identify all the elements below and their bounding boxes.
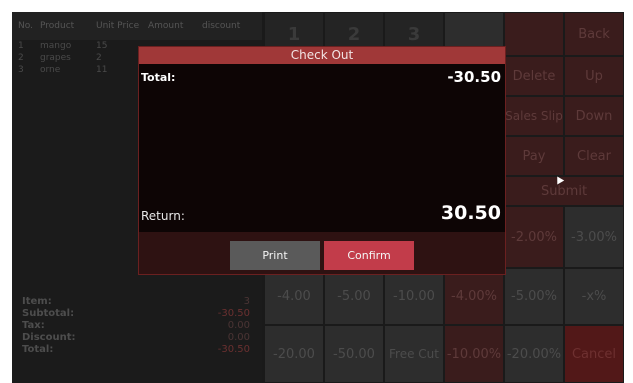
discount-5pct-button[interactable]: -5.00% (504, 268, 564, 325)
up-button[interactable]: Up (564, 56, 624, 96)
down-button[interactable]: Down (564, 96, 624, 136)
row-product: mango (40, 41, 72, 51)
tax-row: Tax: 0.00 (12, 320, 262, 332)
col-amount: Amount (148, 21, 184, 31)
discount-5-button[interactable]: -5.00 (324, 268, 384, 325)
tax-label: Tax: (22, 320, 45, 331)
print-button[interactable]: Print (230, 241, 320, 270)
discount-4pct-button[interactable]: -4.00% (444, 268, 504, 325)
free-cut-button[interactable]: Free Cut (384, 325, 444, 383)
row-price: 2 (96, 53, 102, 63)
total-value: -30.50 (217, 344, 250, 355)
checkout-return-label: Return: (141, 209, 185, 223)
col-product: Product (40, 21, 75, 31)
col-no: No. (18, 21, 33, 31)
discount-50-button[interactable]: -50.00 (324, 325, 384, 383)
pay-button[interactable]: Pay (504, 136, 564, 176)
checkout-total-value: -30.50 (447, 68, 501, 86)
confirm-button[interactable]: Confirm (324, 241, 414, 270)
total-label: Total: (22, 344, 54, 355)
dialog-title: Check Out (139, 47, 505, 64)
totals-summary: Item: 3 Subtotal: -30.50 Tax: 0.00 Disco… (12, 296, 262, 356)
discount-value: 0.00 (227, 332, 250, 343)
sales-slip-button[interactable]: Sales Slip (504, 96, 564, 136)
row-product: grapes (40, 53, 71, 63)
item-value: 3 (243, 296, 250, 307)
col-discount: discount (202, 21, 241, 31)
item-label: Item: (22, 296, 52, 307)
discount-3pct-button[interactable]: -3.00% (564, 206, 624, 268)
col-unit-price: Unit Price (96, 21, 140, 31)
discount-20-button[interactable]: -20.00 (264, 325, 324, 383)
cancel-button[interactable]: Cancel (564, 325, 624, 383)
checkout-total-label: Total: (141, 71, 176, 84)
row-no: 3 (18, 65, 24, 75)
discount-2pct-button[interactable]: -2.00% (504, 206, 564, 268)
back-button[interactable]: Back (564, 12, 624, 56)
row-price: 15 (96, 41, 108, 51)
discount-xpct-button[interactable]: -x% (564, 268, 624, 325)
row-no: 1 (18, 41, 24, 51)
discount-label: Discount: (22, 332, 76, 343)
discount-10pct-button[interactable]: -10.00% (444, 325, 504, 383)
total-row: Total: -30.50 (12, 344, 262, 356)
row-price: 11 (96, 65, 108, 75)
discount-10-button[interactable]: -10.00 (384, 268, 444, 325)
item-count-row: Item: 3 (12, 296, 262, 308)
row-product: orne (40, 65, 61, 75)
order-table-header: No. Product Unit Price Amount discount (12, 12, 262, 40)
subtotal-value: -30.50 (217, 308, 250, 319)
discount-20pct-button[interactable]: -20.00% (504, 325, 564, 383)
subtotal-row: Subtotal: -30.50 (12, 308, 262, 320)
key-blank-red[interactable] (504, 12, 564, 56)
row-no: 2 (18, 53, 24, 63)
discount-row: Discount: 0.00 (12, 332, 262, 344)
discount-4-button[interactable]: -4.00 (264, 268, 324, 325)
tax-value: 0.00 (227, 320, 250, 331)
dialog-footer: Print Confirm (139, 232, 505, 274)
subtotal-label: Subtotal: (22, 308, 75, 319)
clear-button[interactable]: Clear (564, 136, 624, 176)
checkout-return-value: 30.50 (440, 202, 501, 224)
delete-button[interactable]: Delete (504, 56, 564, 96)
checkout-dialog: Check Out Total: -30.50 Return: 30.50 Pr… (138, 46, 506, 275)
